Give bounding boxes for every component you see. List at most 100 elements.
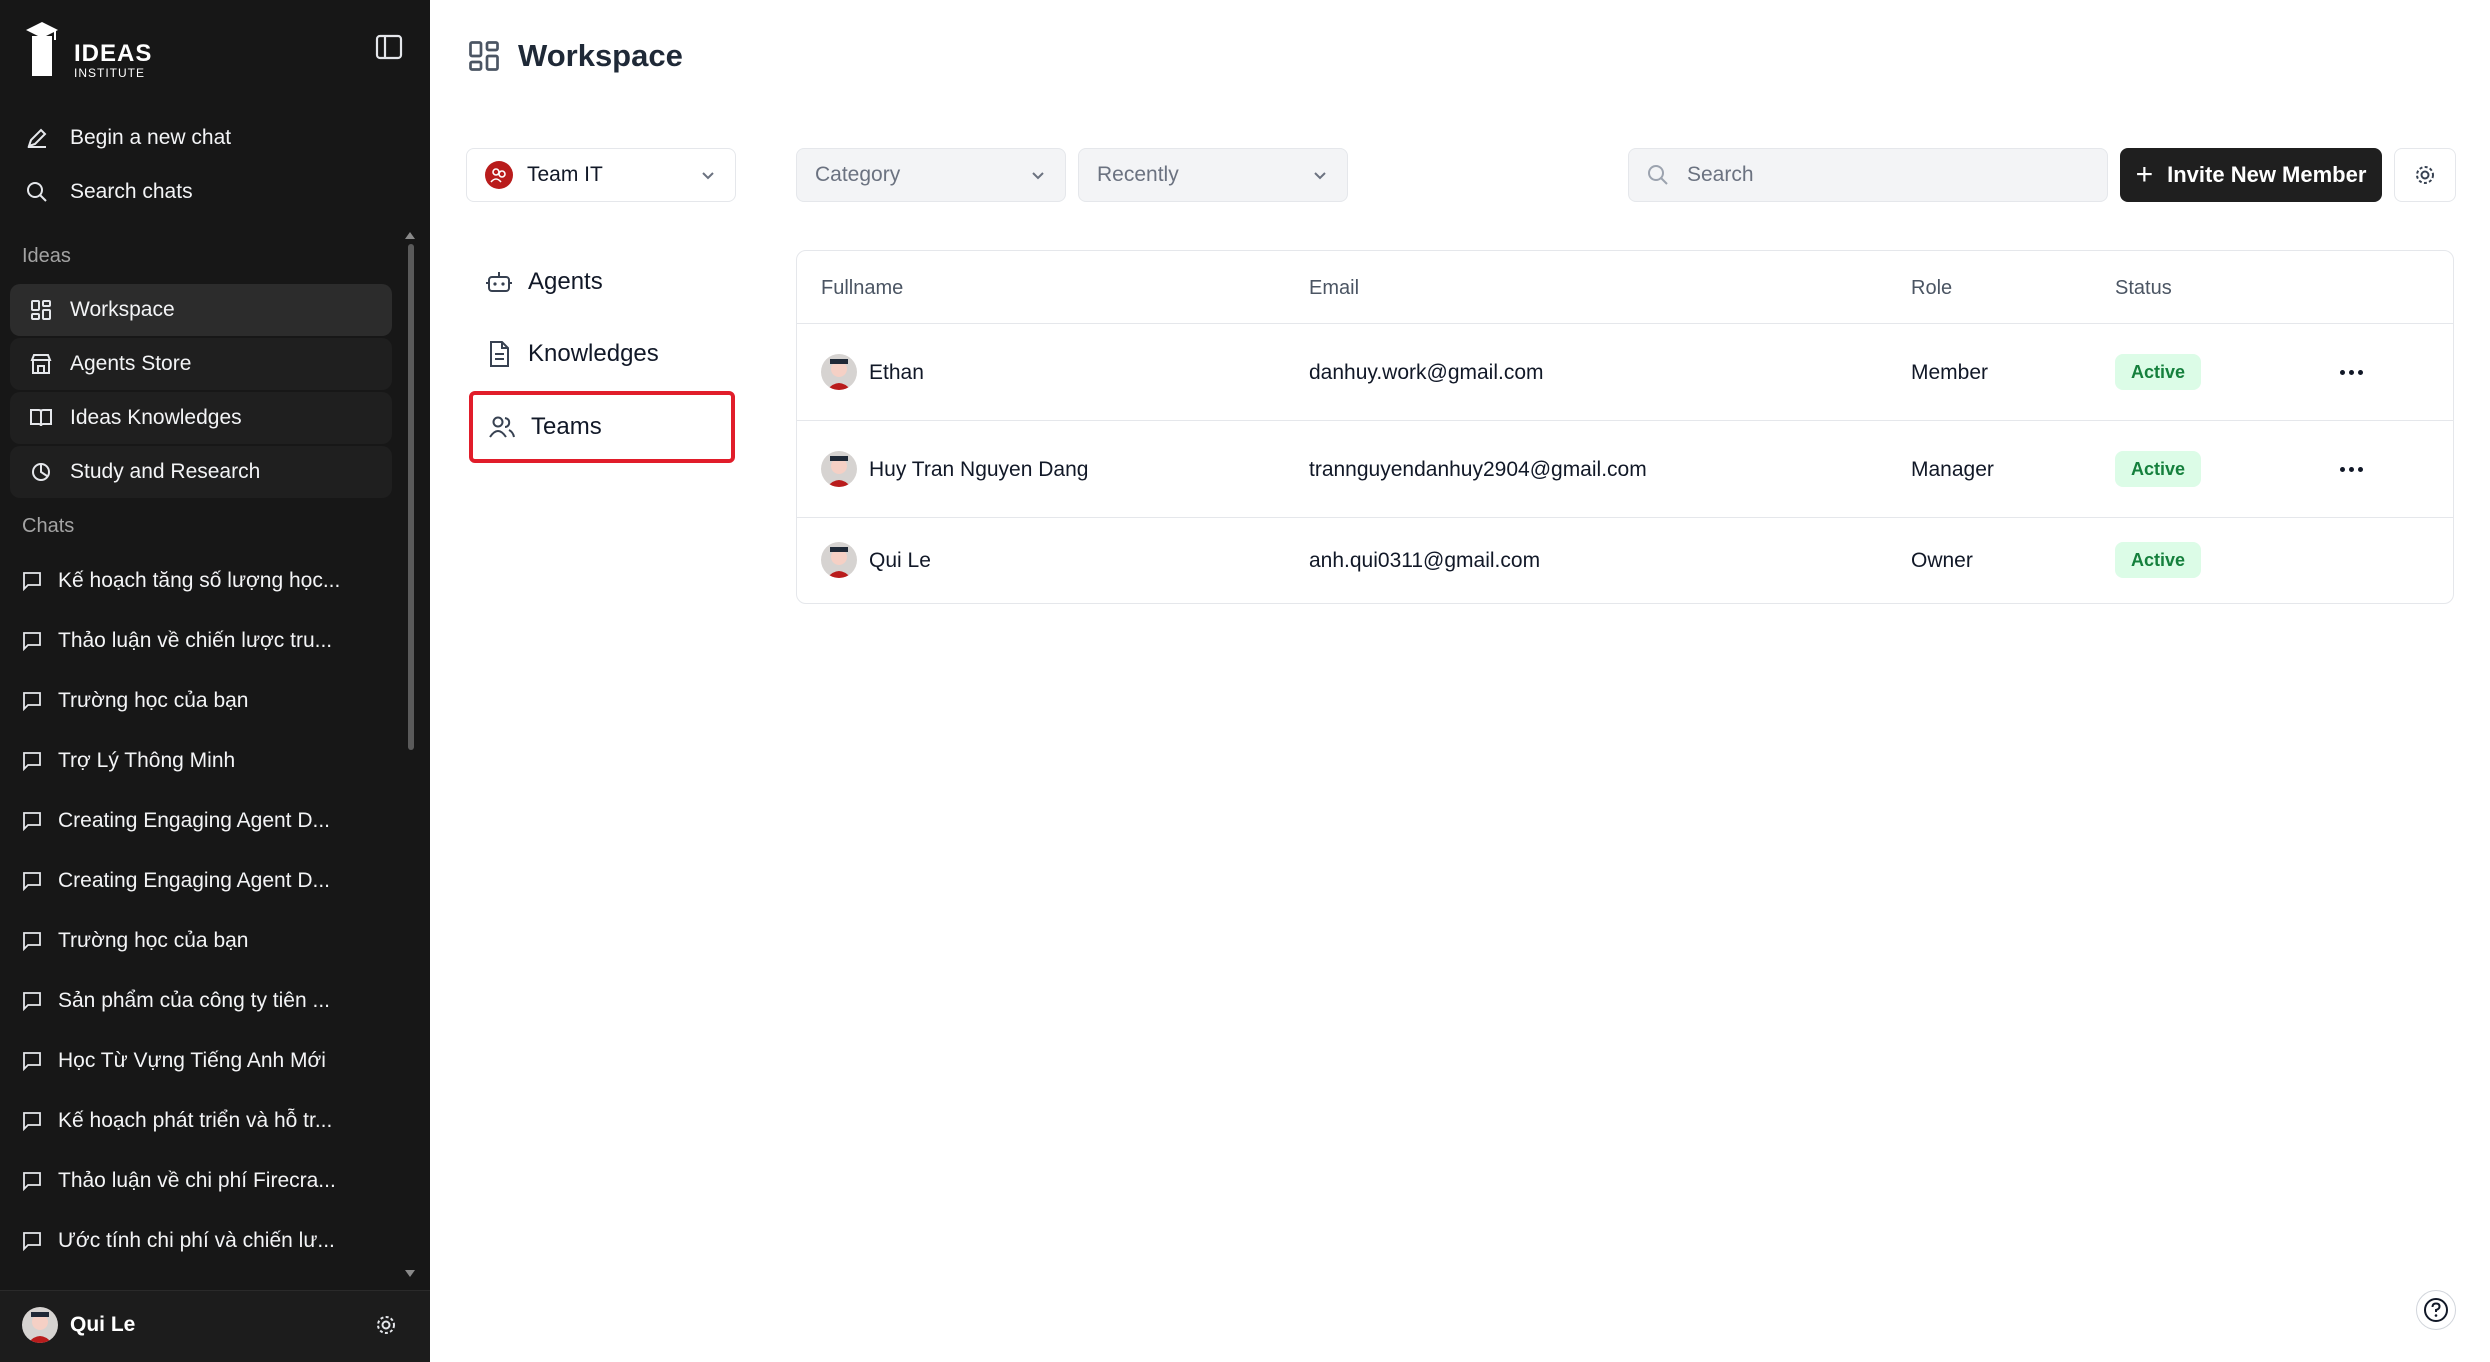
page-title: Workspace	[518, 38, 683, 73]
chat-title: Sản phẩm của công ty tiên ...	[58, 989, 330, 1012]
member-role: Owner	[1911, 549, 1973, 572]
member-fullname: Huy Tran Nguyen Dang	[869, 458, 1089, 481]
chat-title: Thảo luận về chi phí Firecra...	[58, 1169, 336, 1192]
member-fullname: Ethan	[869, 361, 924, 384]
member-fullname: Qui Le	[869, 549, 931, 572]
chat-bubble-icon	[22, 930, 44, 952]
tab-teams[interactable]: Teams	[469, 391, 735, 463]
column-header-role: Role	[1911, 277, 1953, 299]
sidebar-item-study-and-research[interactable]: Study and Research	[10, 446, 392, 498]
member-search[interactable]	[1628, 148, 2108, 202]
more-options-icon[interactable]	[2333, 362, 2369, 382]
grid-icon	[28, 297, 54, 323]
scroll-down-arrow-icon[interactable]	[405, 1270, 415, 1277]
member-email: danhuy.work@gmail.com	[1309, 361, 1544, 384]
sidebar-item-workspace[interactable]: Workspace	[10, 284, 392, 336]
more-options-icon[interactable]	[2333, 459, 2369, 479]
chat-item[interactable]: Sản phẩm của công ty tiên ...	[22, 981, 402, 1021]
chat-bubble-icon	[22, 570, 44, 592]
tab-knowledges[interactable]: Knowledges	[470, 320, 734, 388]
avatar	[821, 542, 857, 578]
search-input[interactable]	[1687, 163, 2087, 187]
chat-bubble-icon	[22, 1050, 44, 1072]
chat-item[interactable]: Trường học của bạn	[22, 921, 402, 961]
user-profile-footer[interactable]: Qui Le	[0, 1290, 430, 1362]
tab-agents[interactable]: Agents	[470, 248, 734, 316]
chat-item[interactable]: Creating Engaging Agent D...	[22, 861, 402, 901]
table-row[interactable]: Qui Le anh.qui0311@gmail.com Owner Activ…	[797, 517, 2453, 603]
avatar[interactable]	[22, 1307, 58, 1343]
workspace-settings-button[interactable]	[2394, 148, 2456, 202]
scroll-up-arrow-icon[interactable]	[405, 232, 415, 239]
chat-title: Học Từ Vựng Tiếng Anh Mới	[58, 1049, 326, 1072]
category-filter[interactable]: Category	[796, 148, 1066, 202]
search-icon	[1648, 165, 1668, 185]
page-header: Workspace	[466, 38, 683, 74]
chat-bubble-icon	[22, 750, 44, 772]
column-header-status: Status	[2115, 277, 2172, 299]
search-chats-label: Search chats	[70, 180, 193, 203]
chat-bubble-icon	[22, 810, 44, 832]
chat-item[interactable]: Kế hoạch tăng số lượng học...	[22, 561, 402, 601]
sort-filter[interactable]: Recently	[1078, 148, 1348, 202]
member-email: trannguyendanhuy2904@gmail.com	[1309, 458, 1647, 481]
chat-bubble-icon	[22, 1110, 44, 1132]
members-table: Fullname Email Role Status Ethan danhuy.…	[796, 250, 2454, 604]
table-row[interactable]: Huy Tran Nguyen Dang trannguyendanhuy290…	[797, 420, 2453, 517]
sort-filter-value: Recently	[1097, 163, 1179, 186]
chat-item[interactable]: Thảo luận về chi phí Firecra...	[22, 1161, 402, 1201]
chat-item[interactable]: Trường học của bạn	[22, 681, 402, 721]
chat-item[interactable]: Ước tính chi phí và chiến lư...	[22, 1221, 402, 1261]
chat-item[interactable]: Trợ Lý Thông Minh	[22, 741, 402, 781]
sidebar-item-ideas-knowledges[interactable]: Ideas Knowledges	[10, 392, 392, 444]
team-icon	[485, 161, 513, 189]
new-chat-button[interactable]: Begin a new chat	[22, 116, 402, 160]
category-filter-value: Category	[815, 163, 901, 186]
users-icon	[487, 412, 517, 442]
table-row[interactable]: Ethan danhuy.work@gmail.com Member Activ…	[797, 323, 2453, 420]
gear-icon	[2416, 166, 2434, 184]
ideas-section-label: Ideas	[22, 245, 71, 267]
search-icon	[22, 177, 52, 207]
chat-title: Kế hoạch phát triển và hỗ tr...	[58, 1109, 333, 1132]
chat-bubble-icon	[22, 990, 44, 1012]
member-email: anh.qui0311@gmail.com	[1309, 549, 1541, 572]
chat-title: Trường học của bạn	[58, 689, 249, 712]
search-chats-button[interactable]: Search chats	[22, 170, 402, 214]
sidebar-item-label: Ideas Knowledges	[70, 406, 242, 429]
new-chat-label: Begin a new chat	[70, 126, 232, 149]
team-select-value: Team IT	[527, 163, 603, 186]
sidebar-item-agents-store[interactable]: Agents Store	[10, 338, 392, 390]
chat-item[interactable]: Học Từ Vựng Tiếng Anh Mới	[22, 1041, 402, 1081]
chat-title: Trợ Lý Thông Minh	[58, 749, 236, 772]
sidebar-item-label: Study and Research	[70, 460, 261, 483]
column-header-email: Email	[1309, 277, 1360, 299]
chat-title: Creating Engaging Agent D...	[58, 869, 331, 892]
status-badge: Active	[2115, 354, 2202, 390]
chats-section-label: Chats	[22, 515, 75, 537]
team-selector[interactable]: Team IT	[466, 148, 736, 202]
help-icon[interactable]	[2416, 1290, 2456, 1330]
chat-bubble-icon	[22, 870, 44, 892]
chat-bubble-icon	[22, 690, 44, 712]
status-badge: Active	[2115, 451, 2202, 487]
tab-label: Knowledges	[528, 340, 659, 367]
invite-label: Invite New Member	[2167, 162, 2367, 187]
pencil-icon	[22, 123, 52, 153]
chat-item[interactable]: Kế hoạch phát triển và hỗ tr...	[22, 1101, 402, 1141]
chat-title: Trường học của bạn	[58, 929, 249, 952]
sidebar-toggle-icon[interactable]	[374, 32, 404, 62]
graduation-cap-icon	[26, 22, 58, 76]
ideas-institute-logo[interactable]: IDEAS INSTITUTE	[22, 20, 151, 80]
invite-new-member-button[interactable]: + Invite New Member	[2120, 148, 2382, 202]
chat-bubble-icon	[22, 630, 44, 652]
grid-icon	[466, 38, 502, 74]
chevron-down-icon	[1032, 172, 1044, 180]
study-icon	[28, 459, 54, 485]
avatar	[821, 451, 857, 487]
chat-item[interactable]: Creating Engaging Agent D...	[22, 801, 402, 841]
chat-bubble-icon	[22, 1230, 44, 1252]
gear-icon[interactable]	[374, 1313, 400, 1339]
chat-item[interactable]: Thảo luận về chiến lược tru...	[22, 621, 402, 661]
sidebar-scrollbar[interactable]	[408, 244, 414, 750]
